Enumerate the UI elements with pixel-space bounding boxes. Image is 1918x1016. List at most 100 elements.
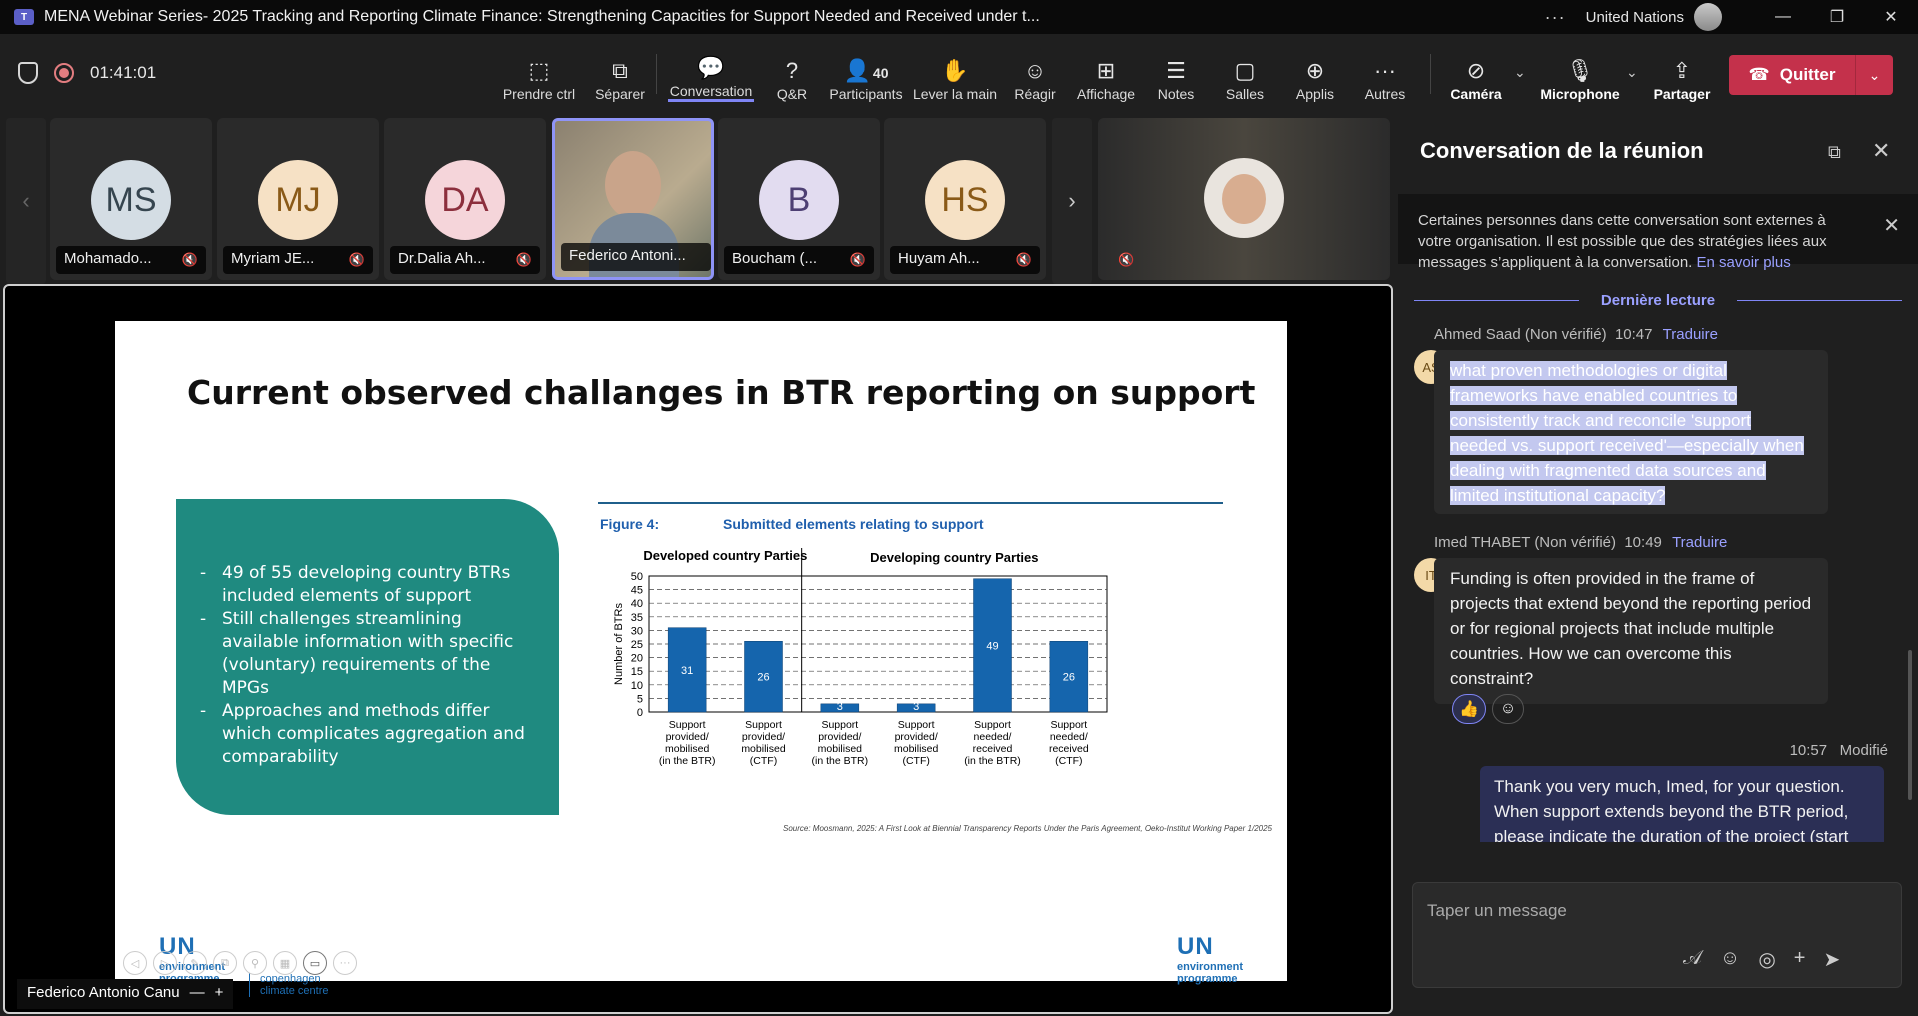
rooms-button[interactable]: ▢ Salles bbox=[1222, 44, 1268, 102]
more-button[interactable]: ··· Autres bbox=[1362, 44, 1408, 102]
participant-tile[interactable]: MS Mohamado... 🔇 bbox=[50, 118, 212, 280]
add-reaction-icon[interactable]: ☺ bbox=[1492, 694, 1524, 724]
participant-name: Federico Antoni... bbox=[561, 243, 711, 271]
category-label: (in the BTR) bbox=[964, 755, 1021, 767]
translate-link[interactable]: Traduire bbox=[1663, 326, 1718, 343]
conversation-button[interactable]: 💬 Conversation bbox=[668, 44, 754, 102]
presentation-slide: Current observed challanges in BTR repor… bbox=[115, 321, 1287, 997]
mic-muted-icon: 🔇 bbox=[1118, 252, 1135, 267]
category-label: mobilised bbox=[741, 743, 786, 755]
more-options-icon[interactable]: ··· bbox=[1545, 7, 1566, 28]
camera-options-chevron-icon[interactable]: ⌄ bbox=[1514, 64, 1526, 81]
bar-value-label: 3 bbox=[913, 701, 919, 713]
close-window-button[interactable]: ✕ bbox=[1864, 7, 1918, 27]
separate-button[interactable]: ⧉ Séparer bbox=[584, 44, 656, 102]
category-label: mobilised bbox=[818, 743, 863, 755]
more-slide-options-icon[interactable]: ··· bbox=[333, 951, 357, 975]
category-label: mobilised bbox=[894, 743, 939, 755]
plus-icon[interactable]: + bbox=[215, 984, 224, 1004]
chat-scrollbar[interactable] bbox=[1908, 650, 1912, 800]
participant-tile-video[interactable]: 🔇 bbox=[1098, 118, 1390, 280]
minimize-button[interactable]: — bbox=[1756, 8, 1810, 26]
minus-icon[interactable]: — bbox=[190, 984, 205, 1004]
maximize-button[interactable]: ❐ bbox=[1810, 7, 1864, 27]
category-label: Support bbox=[745, 719, 782, 731]
view-button[interactable]: ⊞ Affichage bbox=[1074, 44, 1138, 102]
copy-icon[interactable]: ⧉ bbox=[213, 951, 237, 975]
external-notice: Certaines personnes dans cette conversat… bbox=[1398, 194, 1918, 271]
mic-muted-icon: 🔇 bbox=[1015, 252, 1032, 267]
quit-button[interactable]: ☎ Quitter bbox=[1729, 55, 1855, 95]
mic-options-chevron-icon[interactable]: ⌄ bbox=[1626, 64, 1638, 81]
avatar: MS bbox=[91, 160, 171, 240]
apps-button[interactable]: ⊕ Applis bbox=[1292, 44, 1338, 102]
pen-icon[interactable]: ✎ bbox=[183, 951, 207, 975]
own-chat-message[interactable]: Thank you very much, Imed, for your ques… bbox=[1480, 766, 1884, 842]
strip-next-chevron-icon[interactable]: › bbox=[1052, 118, 1092, 284]
send-icon[interactable]: ➤ bbox=[1823, 947, 1840, 972]
chat-message[interactable]: what proven methodologies or digital fra… bbox=[1434, 350, 1828, 514]
emoji-icon[interactable]: ☺ bbox=[1720, 947, 1740, 972]
zoom-icon[interactable]: ⚲ bbox=[243, 951, 267, 975]
figure-title: Submitted elements relating to support bbox=[723, 516, 984, 532]
recording-icon[interactable] bbox=[54, 63, 74, 83]
strip-prev-chevron-icon[interactable]: ‹ bbox=[6, 118, 46, 284]
participant-tile-video[interactable]: Federico Antoni... bbox=[552, 118, 714, 280]
y-tick-label: 10 bbox=[631, 680, 643, 692]
message-input[interactable]: Taper un message bbox=[1427, 901, 1567, 921]
question-icon: ? bbox=[785, 58, 799, 83]
notes-button[interactable]: ☰ Notes bbox=[1154, 44, 1198, 102]
smiley-icon: ☺ bbox=[1023, 58, 1047, 83]
participant-tile[interactable]: DA Dr.Dalia Ah... 🔇 bbox=[384, 118, 546, 280]
share-button[interactable]: ⇪ Partager bbox=[1654, 44, 1711, 102]
mic-off-icon: 🎙 bbox=[1566, 58, 1594, 83]
meeting-toolbar: 01:41:01 ⬚ Prendre ctrl ⧉ Séparer 💬 Conv… bbox=[0, 34, 1918, 114]
organization-name[interactable]: United Nations bbox=[1586, 9, 1684, 26]
participant-tile[interactable]: HS Huyam Ah... 🔇 bbox=[884, 118, 1046, 280]
loop-icon[interactable]: ◎ bbox=[1758, 947, 1775, 972]
avatar: MJ bbox=[258, 160, 338, 240]
user-avatar[interactable] bbox=[1694, 3, 1722, 31]
microphone-button[interactable]: 🎙 Microphone bbox=[1540, 44, 1620, 102]
participants-count: 40 bbox=[872, 65, 889, 81]
attach-plus-icon[interactable]: + bbox=[1794, 947, 1806, 972]
slide-title: Current observed challanges in BTR repor… bbox=[187, 373, 1256, 412]
format-icon[interactable]: 𝒜 bbox=[1683, 947, 1702, 972]
message-composer[interactable]: Taper un message 𝒜 ☺ ◎ + ➤ bbox=[1412, 882, 1902, 988]
react-button[interactable]: ☺ Réagir bbox=[1010, 44, 1060, 102]
rooms-icon: ▢ bbox=[1234, 58, 1256, 83]
chat-message[interactable]: Funding is often provided in the frame o… bbox=[1434, 558, 1828, 704]
popout-icon: ⧉ bbox=[612, 58, 628, 83]
meeting-chat-panel: Conversation de la réunion ⧉ ✕ Certaines… bbox=[1396, 114, 1918, 1016]
participant-strip: ‹ MS Mohamado... 🔇 MJ Myriam JE... 🔇 DA … bbox=[0, 114, 1396, 284]
grid-view-icon[interactable]: ▦ bbox=[273, 951, 297, 975]
translate-link[interactable]: Traduire bbox=[1672, 534, 1727, 551]
chat-close-icon[interactable]: ✕ bbox=[1872, 138, 1890, 164]
video-icon[interactable]: ▭ bbox=[303, 951, 327, 975]
category-label: provided/ bbox=[742, 731, 785, 743]
category-label: received bbox=[1049, 743, 1089, 755]
person-icon: 👤 bbox=[843, 58, 871, 83]
thumbs-up-reaction-icon[interactable]: 👍 bbox=[1452, 694, 1486, 724]
raise-hand-button[interactable]: ✋ Lever la main bbox=[912, 44, 998, 102]
participant-tile[interactable]: MJ Myriam JE... 🔇 bbox=[217, 118, 379, 280]
window-title: MENA Webinar Series- 2025 Tracking and R… bbox=[44, 8, 1040, 25]
quit-options-chevron-icon[interactable]: ⌄ bbox=[1856, 67, 1893, 84]
previous-slide-icon[interactable]: ◁ bbox=[123, 951, 147, 975]
participants-button[interactable]: 👤 40 Participants bbox=[828, 44, 904, 102]
y-axis-label: Number of BTRs bbox=[613, 603, 625, 685]
camera-button[interactable]: ⊘ Caméra bbox=[1448, 44, 1504, 102]
qa-button[interactable]: ? Q&R bbox=[768, 44, 816, 102]
chat-popout-icon[interactable]: ⧉ bbox=[1828, 142, 1841, 163]
y-tick-label: 50 bbox=[631, 571, 643, 583]
y-tick-label: 45 bbox=[631, 585, 643, 597]
notice-close-icon[interactable]: ✕ bbox=[1883, 216, 1900, 237]
take-control-button[interactable]: ⬚ Prendre ctrl bbox=[496, 44, 582, 102]
next-slide-icon[interactable]: ▷ bbox=[153, 951, 177, 975]
message-header: Imed THABET (Non vérifié) 10:49 Traduire bbox=[1434, 534, 1728, 551]
shield-icon[interactable] bbox=[18, 62, 38, 84]
camera-off-icon: ⊘ bbox=[1466, 58, 1486, 83]
participant-tile[interactable]: B Boucham (... 🔇 bbox=[718, 118, 880, 280]
learn-more-link[interactable]: En savoir plus bbox=[1697, 254, 1791, 271]
category-label: needed/ bbox=[1050, 731, 1088, 743]
